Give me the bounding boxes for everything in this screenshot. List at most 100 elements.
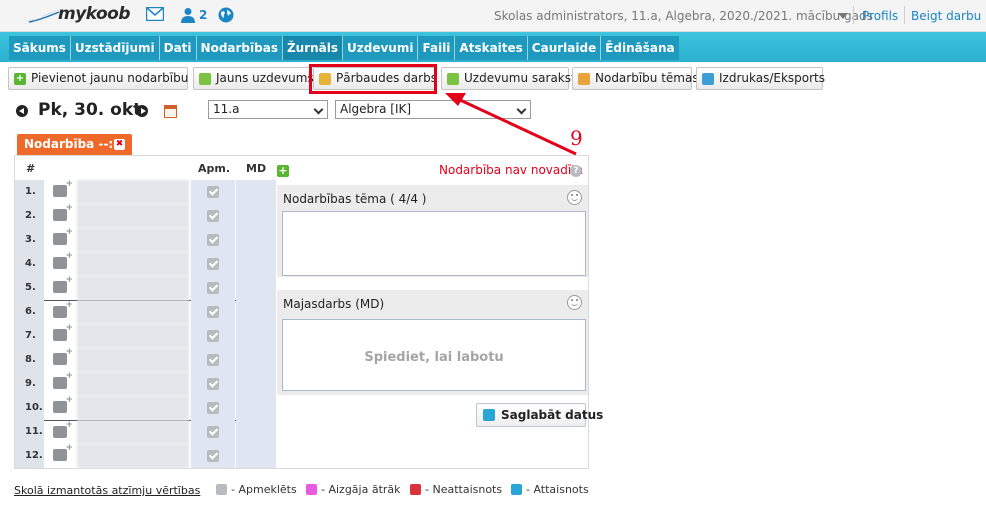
attendance-cell[interactable] — [191, 276, 235, 300]
legend-label: - Neattaisnots — [425, 483, 503, 496]
cross-icon — [410, 484, 421, 495]
avatar-icon[interactable] — [53, 251, 73, 269]
profile-link[interactable]: Profils — [862, 9, 898, 23]
attendance-cell[interactable] — [191, 228, 235, 252]
avatar-icon[interactable] — [53, 275, 73, 293]
nav-item-faili[interactable]: Faili — [418, 36, 456, 60]
mail-icon[interactable] — [146, 7, 164, 21]
attendance-cell[interactable] — [191, 372, 235, 396]
check-icon[interactable] — [207, 186, 219, 198]
context-selector[interactable]: Skolas administrators, 11.a, Algebra, 20… — [494, 9, 873, 23]
homework-cell[interactable] — [236, 252, 276, 276]
check-icon[interactable] — [207, 402, 219, 414]
homework-cell[interactable] — [236, 396, 276, 420]
table-row: 11. — [15, 420, 276, 444]
avatar-icon[interactable] — [53, 203, 73, 221]
grade-values-link[interactable]: Skolā izmantotās atzīmju vērtības — [14, 484, 200, 497]
chevron-down-icon[interactable] — [838, 13, 848, 19]
attendance-cell[interactable] — [191, 396, 235, 420]
check-icon[interactable] — [207, 450, 219, 462]
homework-cell[interactable] — [236, 324, 276, 348]
nav-item-nodarbibas[interactable]: Nodarbības — [197, 36, 283, 60]
nav-item-zurnals[interactable]: Žurnāls — [282, 36, 344, 60]
save-button[interactable]: Saglabāt datus — [476, 403, 603, 427]
homework-field[interactable]: Spiediet, lai labotu — [282, 319, 586, 391]
lesson-topic-field[interactable] — [282, 211, 586, 276]
check-icon[interactable] — [207, 330, 219, 342]
avatar-icon[interactable] — [53, 227, 73, 245]
attendance-cell[interactable] — [191, 300, 235, 324]
lesson-topics-button[interactable]: Nodarbību tēmas — [572, 67, 699, 90]
logout-link[interactable]: Beigt darbu — [911, 9, 981, 23]
user-icon[interactable] — [180, 7, 196, 23]
new-task-button[interactable]: Jauns uzdevums — [193, 67, 314, 90]
globe-icon[interactable] — [218, 7, 234, 23]
attendance-cell[interactable] — [191, 204, 235, 228]
attendance-cell[interactable] — [191, 420, 235, 444]
avatar-icon[interactable] — [53, 443, 73, 461]
avatar-icon[interactable] — [53, 300, 73, 318]
homework-cell[interactable] — [236, 348, 276, 372]
lesson-tab[interactable]: Nodarbība --:-- ✖ — [17, 134, 132, 155]
calendar-icon[interactable] — [164, 105, 177, 118]
user-count-badge[interactable]: 2 — [199, 8, 207, 22]
task-list-button[interactable]: Uzdevumu saraksts — [441, 67, 582, 90]
prev-day-icon[interactable] — [16, 105, 28, 117]
check-icon[interactable] — [207, 282, 219, 294]
check-icon[interactable] — [207, 378, 219, 390]
avatar-icon[interactable] — [53, 420, 73, 438]
attendance-cell[interactable] — [191, 444, 235, 468]
add-lesson-button[interactable]: + Pievienot jaunu nodarbību — [8, 67, 188, 90]
attendance-cell[interactable] — [191, 348, 235, 372]
avatar-icon[interactable] — [53, 179, 73, 197]
homework-cell[interactable] — [236, 180, 276, 204]
check-icon[interactable] — [207, 426, 219, 438]
nav-item-caurlaide[interactable]: Caurlaide — [528, 36, 602, 60]
subject-select[interactable]: Algebra [IK] — [335, 100, 531, 119]
homework-cell[interactable] — [236, 372, 276, 396]
nav-item-sakums[interactable]: Sākums — [9, 36, 71, 60]
student-name-redacted — [77, 324, 189, 348]
smiley-icon[interactable] — [567, 295, 582, 310]
check-icon[interactable] — [207, 306, 219, 318]
legend-item-unexcused: - Neattaisnots — [410, 483, 502, 496]
homework-cell[interactable] — [236, 300, 276, 324]
check-icon[interactable] — [207, 234, 219, 246]
add-icon[interactable]: + — [277, 165, 289, 177]
homework-cell[interactable] — [236, 444, 276, 468]
legend-item-left-early: - Aizgāja ātrāk — [306, 483, 401, 496]
class-select[interactable]: 11.a — [208, 100, 328, 119]
check-icon[interactable] — [207, 354, 219, 366]
attendance-cell[interactable] — [191, 252, 235, 276]
student-name-redacted — [77, 180, 189, 204]
close-icon[interactable]: ✖ — [114, 139, 125, 150]
student-name-redacted — [77, 276, 189, 300]
lesson-topic-block: Nodarbības tēma ( 4/4 ) — [277, 185, 588, 277]
nav-item-dati[interactable]: Dati — [160, 36, 197, 60]
attendance-cell[interactable] — [191, 180, 235, 204]
next-day-icon[interactable] — [136, 105, 148, 117]
mykoob-logo[interactable]: mykoob — [26, 3, 131, 29]
avatar-icon[interactable] — [53, 347, 73, 365]
homework-cell[interactable] — [236, 276, 276, 300]
student-name-redacted — [77, 252, 189, 276]
homework-title: Majasdarbs (MD) — [283, 297, 385, 311]
check-icon[interactable] — [207, 258, 219, 270]
attendance-cell[interactable] — [191, 324, 235, 348]
nav-item-atskaites[interactable]: Atskaites — [455, 36, 528, 60]
table-row: 9. — [15, 371, 276, 396]
print-export-button[interactable]: Izdrukas/Eksports — [696, 67, 825, 90]
smiley-icon[interactable] — [567, 190, 582, 205]
homework-cell[interactable] — [236, 204, 276, 228]
nav-item-uzstadijumi[interactable]: Uzstādījumi — [71, 36, 160, 60]
avatar-icon[interactable] — [53, 395, 73, 413]
nav-item-edinasana[interactable]: Ēdināšana — [601, 36, 678, 60]
homework-cell[interactable] — [236, 420, 276, 444]
add-lesson-label: Pievienot jaunu nodarbību — [31, 71, 189, 85]
nav-item-uzdevumi[interactable]: Uzdevumi — [343, 36, 419, 60]
help-icon[interactable]: ? — [570, 165, 582, 177]
avatar-icon[interactable] — [53, 371, 73, 389]
homework-cell[interactable] — [236, 228, 276, 252]
check-icon[interactable] — [207, 210, 219, 222]
avatar-icon[interactable] — [53, 323, 73, 341]
